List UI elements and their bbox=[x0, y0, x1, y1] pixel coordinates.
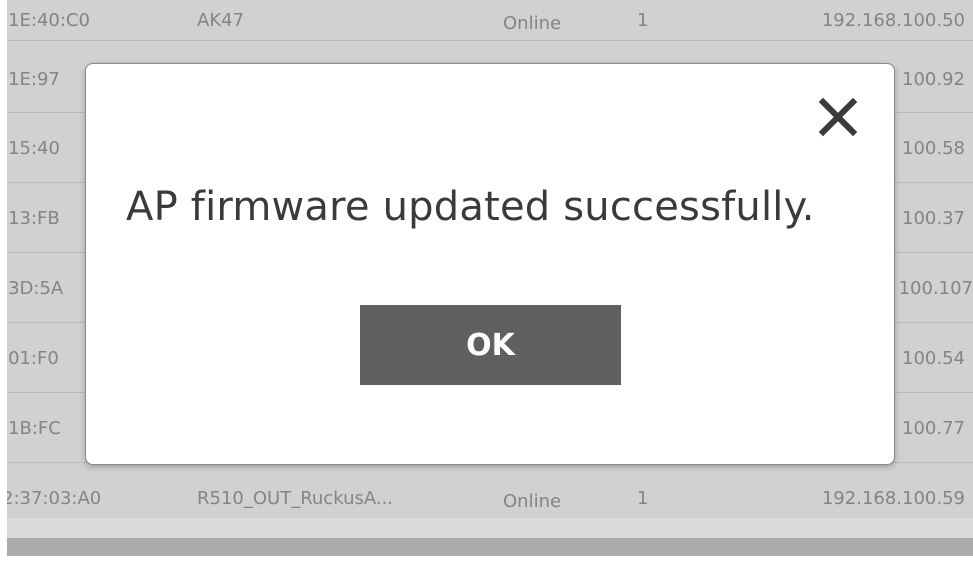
close-button[interactable] bbox=[818, 97, 858, 137]
dialog-message: AP firmware updated successfully. bbox=[126, 184, 815, 230]
screen: :1E:40:C0 AK47 Online 1 192.168.100.50 :… bbox=[0, 0, 973, 567]
close-icon bbox=[818, 97, 858, 137]
success-dialog: AP firmware updated successfully. OK bbox=[85, 63, 895, 465]
left-gutter bbox=[0, 0, 7, 567]
ok-button[interactable]: OK bbox=[360, 305, 621, 385]
